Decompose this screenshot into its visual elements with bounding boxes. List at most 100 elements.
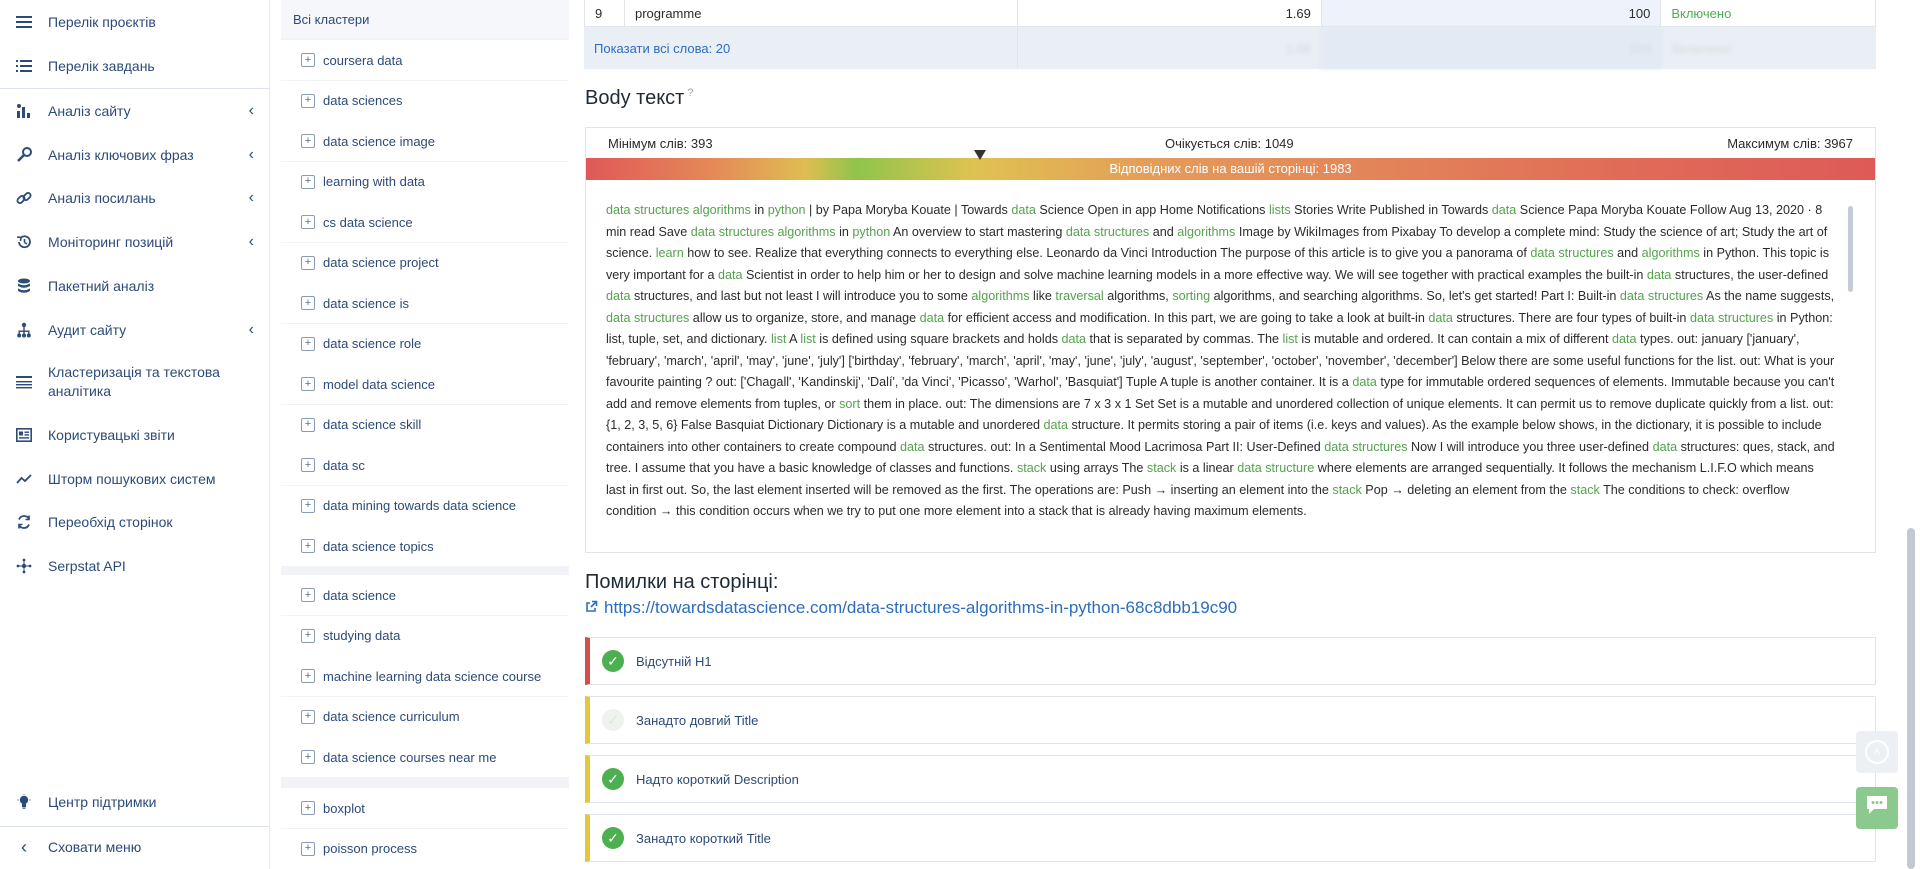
sidebar-item-search-storm[interactable]: Шторм пошукових систем [0,469,270,489]
expand-plus-icon[interactable]: + [301,296,315,310]
menu-icon [14,12,34,32]
expand-plus-icon[interactable]: + [301,841,315,856]
cluster-label: data science topics [323,538,434,554]
cluster-label: data science curriculum [323,709,460,724]
row-word: programme [625,0,1019,26]
app: Перелік проєктів Перелік завдань Аналіз … [0,0,1920,869]
check-circle-icon: ✓ [602,827,624,849]
cluster-item[interactable]: + model data science [281,364,569,404]
expand-plus-icon[interactable]: + [301,628,315,643]
expand-plus-icon[interactable]: + [301,336,315,351]
expand-plus-icon[interactable]: + [301,539,315,553]
cluster-item[interactable]: + cs data science [281,202,569,242]
error-item[interactable]: ✓ Занадто короткий Title [585,814,1876,862]
cluster-item[interactable]: + boxplot [281,788,569,828]
help-icon[interactable]: ? [687,87,693,99]
expand-plus-icon[interactable]: + [301,255,315,270]
sidebar-item-backlinks[interactable]: Аналіз посилань ‹ [0,188,270,208]
cluster-item[interactable]: + data science is [281,283,569,323]
cluster-icon [14,372,34,392]
sidebar-item-rank-tracker[interactable]: Моніторинг позицій ‹ [0,232,270,252]
expand-plus-icon[interactable]: + [301,498,315,513]
cluster-item[interactable]: + learning with data [281,161,569,202]
table-row: 9 programme 1.69 100 Включено [584,0,1876,27]
expand-plus-icon[interactable]: + [301,377,315,391]
body-text-title-label: Body текст [585,87,685,109]
expand-plus-icon[interactable]: + [301,588,315,602]
all-clusters-header[interactable]: Всі кластери [281,0,569,38]
cluster-item[interactable]: + data sc [281,445,569,485]
word-count-labels: Мінімум слів: 393 Очікується слів: 1049 … [586,128,1875,158]
sidebar: Перелік проєктів Перелік завдань Аналіз … [0,0,270,869]
max-words: Максимум слів: 3967 [1727,136,1853,151]
sidebar-item-label: Аналіз ключових фраз [48,146,194,163]
sidebar-item-label: Користувацькі звіти [48,426,175,443]
relevant-words: Відповідних слів на вашій сторінці: 1983 [1109,161,1352,176]
expand-plus-icon[interactable]: + [301,134,315,148]
sidebar-item-label: Аудит сайту [48,321,127,338]
cluster-item[interactable]: + data mining towards data science [281,485,569,526]
sidebar-item-recrawl[interactable]: Переобхід сторінок [0,512,270,532]
chat-button[interactable] [1856,787,1898,829]
scroll-to-top-button[interactable]: ˄ [1856,731,1898,773]
error-item[interactable]: ✓ Занадто довгий Title [585,696,1876,744]
expand-plus-icon[interactable]: + [301,417,315,432]
sidebar-item-keywords[interactable]: Аналіз ключових фраз ‹ [0,145,270,165]
expand-plus-icon[interactable]: + [301,750,315,764]
page-scrollbar[interactable] [1907,528,1915,869]
hide-menu-button[interactable]: ‹ Сховати меню [0,837,270,857]
show-all-row: Показати всі слова: 20 1.68 100 Включено [584,27,1876,69]
sidebar-item-batch-analysis[interactable]: Пакетний аналіз [0,276,270,296]
cluster-item[interactable]: + data sciences [281,80,569,121]
cluster-item[interactable]: + data science skill [281,404,569,445]
sitemap-icon [14,320,34,340]
chevron-left-icon: ‹ [248,321,254,338]
page-url-link[interactable]: https://towardsdatascience.com/data-stru… [585,598,1237,618]
all-clusters-label: Всі кластери [293,11,370,27]
sidebar-item-custom-reports[interactable]: Користувацькі звіти [0,425,270,445]
cluster-label: data science courses near me [323,749,497,765]
expand-plus-icon[interactable]: + [301,93,315,108]
cluster-label: data sciences [323,93,403,108]
cluster-item[interactable]: + poisson process [281,828,569,869]
cluster-item[interactable]: + coursera data [281,40,569,80]
show-all-words-link[interactable]: Показати всі слова: 20 [584,27,1018,69]
sidebar-item-api[interactable]: Serpstat API [0,556,270,576]
expand-plus-icon[interactable]: + [301,709,315,724]
cluster-item[interactable]: + data science project [281,242,569,283]
expand-plus-icon[interactable]: + [301,801,315,815]
sidebar-item-label: Перелік проєктів [48,13,156,30]
expand-plus-icon[interactable]: + [301,215,315,229]
sidebar-item-site-analysis[interactable]: Аналіз сайту ‹ [0,101,270,121]
sidebar-item-label: Пакетний аналіз [48,277,155,294]
body-text-scrollbar[interactable] [1848,206,1853,292]
sidebar-item-support[interactable]: Центр підтримки [0,792,270,812]
expand-plus-icon[interactable]: + [301,669,315,683]
cluster-label: data science is [323,295,409,311]
cluster-label: machine learning data science course [323,668,542,684]
sidebar-item-site-audit[interactable]: Аудит сайту ‹ [0,320,270,340]
cluster-label: cs data science [323,214,413,230]
page-url: https://towardsdatascience.com/data-stru… [604,598,1238,617]
cluster-item[interactable]: + data science courses near me [281,737,569,777]
cluster-item[interactable]: + data science curriculum [281,696,569,737]
expand-plus-icon[interactable]: + [301,53,315,67]
trend-icon [14,469,34,489]
cluster-item[interactable]: + studying data [281,615,569,656]
cluster-item[interactable]: + machine learning data science course [281,656,569,696]
report-icon [14,425,34,445]
sidebar-item-tasks[interactable]: Перелік завдань [0,56,270,76]
cluster-item[interactable]: + data science [281,575,569,615]
cluster-item[interactable]: + data science role [281,323,569,364]
clusters-panel: Всі кластери + coursera data + data science… [281,0,852,869]
error-item[interactable]: ✓ Надто короткий Description [585,755,1876,803]
error-item[interactable]: ✓ Відсутній H1 [585,637,1876,685]
sidebar-item-clustering[interactable]: Кластеризація та текстова аналітика [0,362,270,402]
cluster-item[interactable]: + data science image [281,121,569,161]
sidebar-item-projects[interactable]: Перелік проєктів [0,12,270,32]
key-icon [14,145,34,165]
expand-plus-icon[interactable]: + [301,174,315,189]
expand-plus-icon[interactable]: + [301,458,315,472]
cluster-item[interactable]: + data science topics [281,526,569,566]
row-score: 1.69 [1018,0,1322,26]
